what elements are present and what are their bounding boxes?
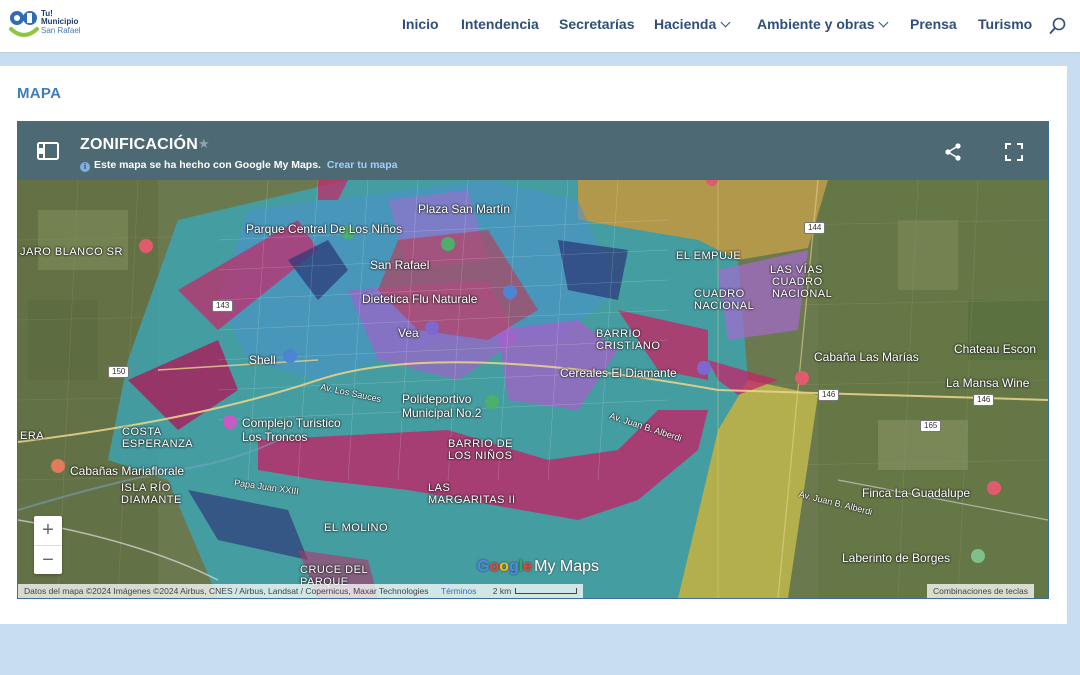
map-label: Polideportivo Municipal No.2: [402, 392, 482, 420]
main-nav: Inicio Intendencia Secretarías Hacienda …: [0, 0, 1080, 52]
nav-hacienda[interactable]: Hacienda: [654, 16, 731, 32]
map-legend-panel-icon[interactable]: [36, 141, 60, 161]
brand-my-maps: My Maps: [534, 558, 600, 575]
map-label: San Rafael: [370, 258, 430, 272]
nav-intendencia[interactable]: Intendencia: [461, 16, 539, 32]
nav-ambiente-obras[interactable]: Ambiente y obras: [757, 16, 889, 32]
star-icon[interactable]: ★: [198, 136, 210, 152]
map-label: LAS VÍAS: [770, 264, 823, 276]
map-subtitle: i Este mapa se ha hecho con Google My Map…: [80, 159, 398, 172]
map-label: Cereales El Diamante: [560, 366, 677, 380]
site-header: Tu! Municipio San Rafael Inicio Intenden…: [0, 0, 1080, 52]
map-title: ZONIFICACIÓN: [80, 136, 198, 153]
nav-ambiente-obras-label: Ambiente y obras: [757, 16, 875, 32]
terms-link[interactable]: Términos: [441, 586, 476, 596]
map-header-bar: ZONIFICACIÓN ★ i Este mapa se ha hecho co…: [18, 122, 1048, 180]
nav-prensa-label: Prensa: [910, 16, 957, 32]
fullscreen-icon[interactable]: [1004, 142, 1024, 162]
search-icon[interactable]: [1049, 17, 1067, 35]
zoom-out-button[interactable]: −: [34, 546, 62, 575]
nav-secretarias[interactable]: Secretarías: [559, 16, 635, 32]
map-label: Shell: [249, 353, 276, 367]
brand-letter: g: [509, 558, 519, 575]
share-icon[interactable]: [943, 142, 963, 162]
map-attribution: Datos del mapa ©2024 Imágenes ©2024 Airb…: [18, 584, 584, 598]
chevron-down-icon: [720, 17, 731, 28]
map-label: BARRIO CRISTIANO: [596, 328, 661, 352]
scale-label: 2 km: [492, 586, 512, 596]
chevron-down-icon: [879, 17, 889, 28]
map-label: ISLA RÍO DIAMANTE: [121, 482, 182, 506]
google-my-maps-logo: Google My Maps: [477, 558, 599, 576]
map-label: La Mansa Wine: [946, 376, 1030, 390]
nav-intendencia-label: Intendencia: [461, 16, 539, 32]
route-shield: 146: [973, 394, 995, 406]
map-label: LAS MARGARITAS II: [428, 482, 516, 506]
map-label: CUADRO NACIONAL: [772, 276, 833, 300]
map-label: Finca La Guadalupe: [862, 486, 971, 500]
map-canvas[interactable]: Plaza San Martín Parque Central De Los N…: [18, 180, 1048, 598]
route-shield: 165: [920, 420, 942, 432]
nav-inicio[interactable]: Inicio: [402, 16, 439, 32]
route-shield: 144: [804, 222, 826, 234]
map-label: Vea: [398, 326, 419, 340]
map-label: Dietetica Flu Naturale: [362, 292, 478, 306]
map-label: COSTA ESPERANZA: [122, 426, 194, 450]
nav-turismo[interactable]: Turismo: [978, 16, 1032, 32]
map-label: EL EMPUJE: [676, 250, 742, 262]
brand-letter: e: [523, 558, 533, 575]
route-shield: 143: [212, 300, 234, 312]
map-label: Chateau Escon: [954, 342, 1037, 356]
nav-inicio-label: Inicio: [402, 16, 439, 32]
page-title: MAPA: [17, 85, 62, 102]
satellite-map-image[interactable]: [18, 180, 1048, 598]
brand-letter: o: [489, 558, 500, 575]
scale-bar: [515, 588, 578, 594]
map-label: Laberinto de Borges: [842, 551, 951, 565]
zoom-in-button[interactable]: +: [34, 516, 62, 546]
nav-hacienda-label: Hacienda: [654, 16, 717, 32]
brand-letter: G: [477, 558, 490, 575]
map-label: CUADRO NACIONAL: [694, 288, 755, 312]
map-label: EL MOLINO: [324, 522, 388, 534]
map-label: Cabaña Las Marías: [814, 350, 919, 364]
nav-turismo-label: Turismo: [978, 16, 1033, 32]
map-label: BARRIO DE LOS NIÑOS: [448, 438, 514, 462]
map-label: ERA: [20, 430, 45, 442]
route-shield: 150: [108, 366, 130, 378]
brand-letter: o: [499, 558, 510, 575]
map-subtitle-text: Este mapa se ha hecho con Google My Maps…: [94, 159, 321, 171]
zoom-control: + −: [34, 516, 62, 574]
map-label: Cabañas Mariaflorale: [70, 464, 185, 478]
map-label: Parque Central De Los Niños: [246, 222, 403, 236]
map-label: JARO BLANCO SR: [20, 246, 123, 258]
map-label: Plaza San Martín: [418, 202, 511, 216]
route-shield: 146: [818, 389, 840, 401]
info-icon: i: [80, 162, 90, 172]
map-label: Complejo Turistico Los Troncos: [242, 416, 341, 444]
create-map-link[interactable]: Crear tu mapa: [327, 159, 398, 171]
keyboard-shortcuts-link[interactable]: Combinaciones de teclas: [927, 584, 1034, 598]
nav-secretarias-label: Secretarías: [559, 16, 635, 32]
nav-prensa[interactable]: Prensa: [910, 16, 957, 32]
attribution-text: Datos del mapa ©2024 Imágenes ©2024 Airb…: [24, 586, 429, 596]
map-embed[interactable]: ZONIFICACIÓN ★ i Este mapa se ha hecho co…: [17, 121, 1049, 599]
